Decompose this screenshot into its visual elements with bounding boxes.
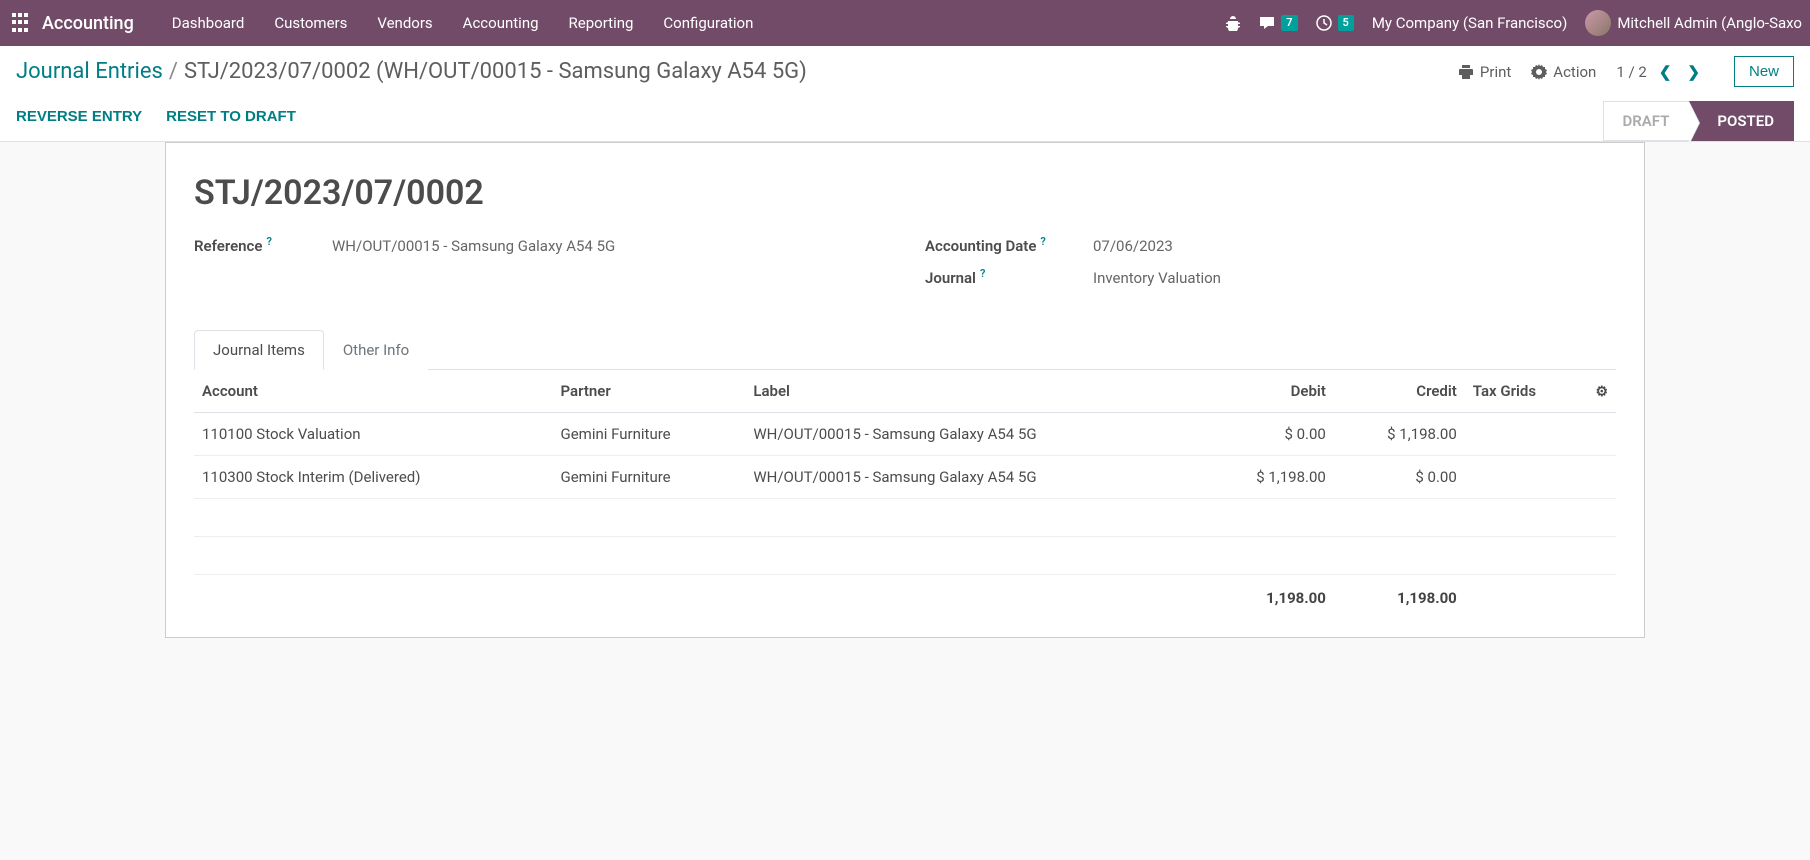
breadcrumb-current: STJ/2023/07/0002 (WH/OUT/00015 - Samsung… [184, 59, 807, 84]
table-row-empty [194, 499, 1616, 537]
reference-value: WH/OUT/00015 - Samsung Galaxy A54 5G [332, 237, 615, 255]
pager-prev[interactable]: ❮ [1655, 63, 1676, 81]
activities-icon[interactable]: 5 [1316, 15, 1354, 31]
print-icon [1458, 64, 1474, 80]
print-button[interactable]: Print [1458, 63, 1511, 81]
cell-label: WH/OUT/00015 - Samsung Galaxy A54 5G [745, 413, 1203, 456]
company-name: My Company (San Francisco) [1372, 14, 1567, 32]
breadcrumb-sep: / [169, 59, 178, 84]
statusbar: DRAFT POSTED [1603, 101, 1794, 141]
journal-value: Inventory Valuation [1093, 269, 1221, 287]
cell-debit: $ 0.00 [1203, 413, 1334, 456]
action-button[interactable]: Action [1531, 63, 1596, 81]
messages-badge: 7 [1281, 15, 1297, 31]
nav-menu: Dashboard Customers Vendors Accounting R… [158, 0, 768, 46]
nav-vendors[interactable]: Vendors [363, 0, 446, 46]
nav-configuration[interactable]: Configuration [649, 0, 767, 46]
avatar [1585, 10, 1611, 36]
tab-journal-items[interactable]: Journal Items [194, 330, 324, 370]
table-row[interactable]: 110100 Stock Valuation Gemini Furniture … [194, 413, 1616, 456]
breadcrumb: Journal Entries / STJ/2023/07/0002 (WH/O… [16, 59, 807, 84]
action-label: Action [1553, 63, 1596, 81]
cell-account: 110100 Stock Valuation [194, 413, 553, 456]
user-menu[interactable]: Mitchell Admin (Anglo-Saxo [1585, 10, 1802, 36]
cell-account: 110300 Stock Interim (Delivered) [194, 456, 553, 499]
activities-badge: 5 [1338, 15, 1354, 31]
table-row[interactable]: 110300 Stock Interim (Delivered) Gemini … [194, 456, 1616, 499]
form-sheet: STJ/2023/07/0002 Reference ? WH/OUT/0001… [165, 142, 1645, 638]
col-credit[interactable]: Credit [1334, 370, 1465, 413]
brand[interactable]: Accounting [42, 13, 134, 34]
systray: 7 5 My Company (San Francisco) Mitchell … [1225, 10, 1802, 36]
pager-value[interactable]: 1 / 2 [1616, 63, 1647, 81]
col-debit[interactable]: Debit [1203, 370, 1334, 413]
help-icon[interactable]: ? [1040, 235, 1045, 248]
user-name: Mitchell Admin (Anglo-Saxo [1617, 14, 1802, 32]
control-panel: Journal Entries / STJ/2023/07/0002 (WH/O… [0, 46, 1810, 142]
total-debit: 1,198.00 [1203, 575, 1334, 618]
new-button[interactable]: New [1734, 56, 1794, 87]
tab-other-info[interactable]: Other Info [324, 330, 428, 370]
table-row-empty [194, 537, 1616, 575]
cell-partner: Gemini Furniture [553, 413, 746, 456]
company-switcher[interactable]: My Company (San Francisco) [1372, 14, 1567, 32]
cell-credit: $ 1,198.00 [1334, 413, 1465, 456]
col-tax-grids[interactable]: Tax Grids [1465, 370, 1586, 413]
cell-tax [1465, 456, 1586, 499]
gear-icon [1531, 64, 1547, 80]
journal-label: Journal [925, 269, 976, 287]
total-credit: 1,198.00 [1334, 575, 1465, 618]
help-icon[interactable]: ? [266, 235, 271, 248]
journal-items-table: Account Partner Label Debit Credit Tax G… [194, 370, 1616, 617]
col-partner[interactable]: Partner [553, 370, 746, 413]
tabs: Journal Items Other Info [194, 329, 1616, 370]
reverse-entry-button[interactable]: REVERSE ENTRY [16, 108, 142, 125]
debug-icon[interactable] [1225, 15, 1241, 31]
status-posted[interactable]: POSTED [1689, 101, 1794, 141]
reference-label: Reference [194, 237, 262, 255]
col-label[interactable]: Label [745, 370, 1203, 413]
print-label: Print [1480, 63, 1511, 81]
breadcrumb-parent[interactable]: Journal Entries [16, 59, 163, 84]
pager: 1 / 2 ❮ ❯ [1616, 63, 1704, 81]
pager-next[interactable]: ❯ [1683, 63, 1704, 81]
apps-icon[interactable] [12, 13, 32, 33]
nav-accounting[interactable]: Accounting [449, 0, 553, 46]
cell-credit: $ 0.00 [1334, 456, 1465, 499]
cell-tax [1465, 413, 1586, 456]
reset-to-draft-button[interactable]: RESET TO DRAFT [166, 108, 296, 125]
messages-icon[interactable]: 7 [1259, 15, 1297, 31]
form-container: STJ/2023/07/0002 Reference ? WH/OUT/0001… [0, 142, 1810, 678]
help-icon[interactable]: ? [980, 267, 985, 280]
cell-debit: $ 1,198.00 [1203, 456, 1334, 499]
date-value: 07/06/2023 [1093, 237, 1173, 255]
entry-name: STJ/2023/07/0002 [194, 173, 1616, 213]
col-account[interactable]: Account [194, 370, 553, 413]
nav-dashboard[interactable]: Dashboard [158, 0, 259, 46]
cell-label: WH/OUT/00015 - Samsung Galaxy A54 5G [745, 456, 1203, 499]
columns-options-icon[interactable]: ⚙ [1595, 384, 1608, 400]
date-label: Accounting Date [925, 237, 1036, 255]
cell-partner: Gemini Furniture [553, 456, 746, 499]
navbar: Accounting Dashboard Customers Vendors A… [0, 0, 1810, 46]
nav-customers[interactable]: Customers [260, 0, 361, 46]
nav-reporting[interactable]: Reporting [555, 0, 648, 46]
status-draft[interactable]: DRAFT [1603, 101, 1689, 141]
